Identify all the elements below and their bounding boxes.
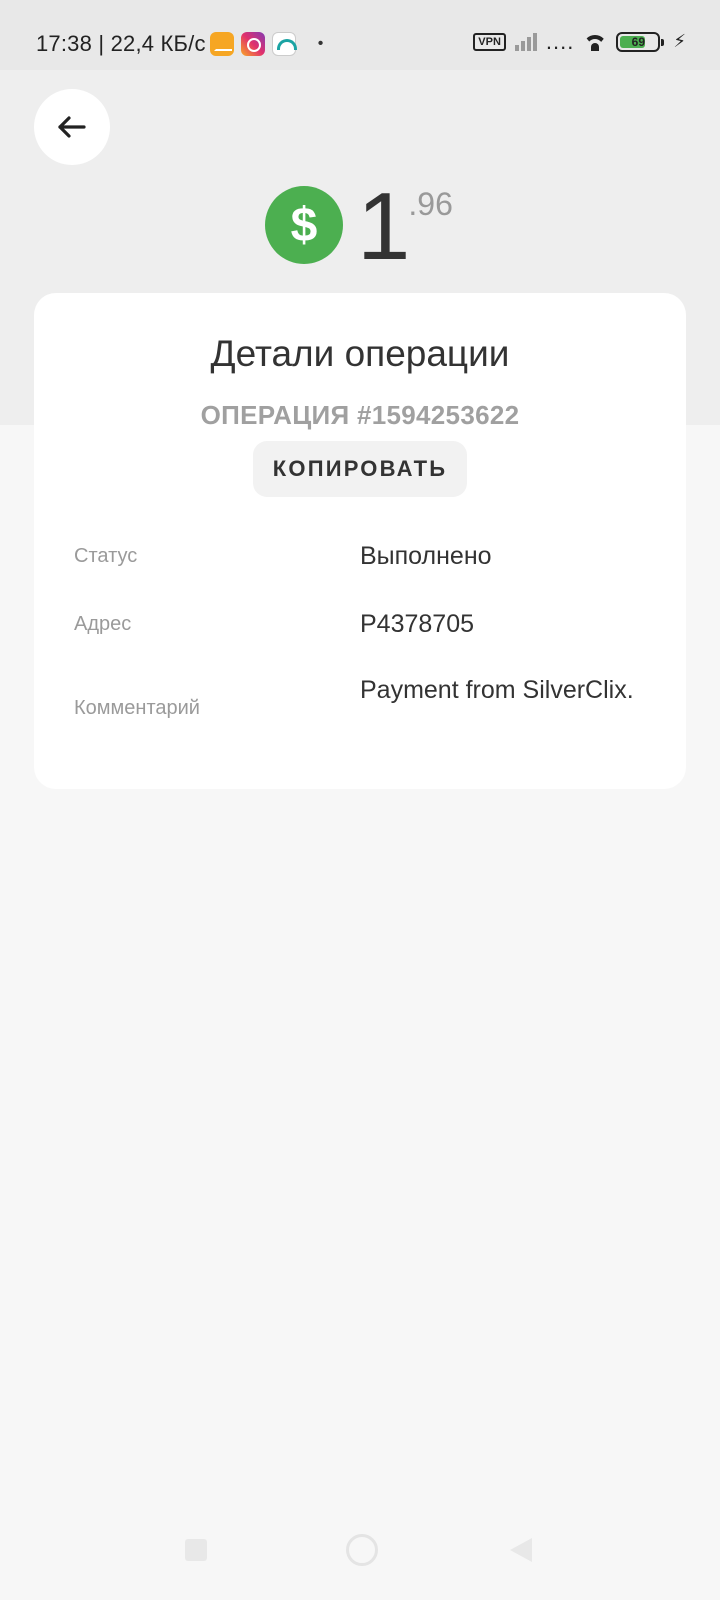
amount-fraction: .96	[408, 186, 453, 222]
charging-icon: ⚡	[673, 31, 686, 51]
status-time-speed: 17:38 | 22,4 КБ/с	[36, 31, 206, 56]
arrow-left-icon	[58, 116, 86, 138]
detail-value: Выполнено	[360, 542, 492, 570]
detail-value: Payment from SilverClix.	[360, 676, 634, 704]
detail-label: Адрес	[74, 613, 132, 635]
mail-icon	[209, 32, 234, 56]
back-button[interactable]	[34, 89, 110, 165]
operation-id: ОПЕРАЦИЯ #1594253622	[200, 400, 520, 430]
detail-value: P4378705	[360, 610, 475, 638]
status-left: 17:38 | 22,4 КБ/с •	[36, 31, 324, 57]
operation-details-card: Детали операции ОПЕРАЦИЯ #1594253622 КОП…	[34, 293, 686, 789]
square-icon[interactable]	[185, 1539, 207, 1561]
speedometer-icon	[271, 32, 297, 56]
wifi-icon	[583, 33, 607, 51]
instagram-icon	[240, 32, 265, 56]
card-title: Детали операции	[210, 333, 510, 374]
dollar-icon: $	[265, 186, 343, 264]
operation-amount: $ 1 .96	[265, 173, 453, 280]
circle-icon[interactable]	[346, 1534, 378, 1566]
signal-icon	[514, 32, 537, 51]
status-bar: 17:38 | 22,4 КБ/с • VPN .... 69 ⚡	[0, 0, 720, 70]
detail-label: Комментарий	[74, 697, 200, 719]
more-signal-icon: ....	[545, 28, 575, 54]
battery-percent: 69	[631, 34, 646, 49]
detail-label: Статус	[74, 545, 138, 567]
battery-tip	[661, 38, 665, 46]
status-right: VPN .... 69 ⚡	[473, 28, 686, 54]
battery-icon: 69	[616, 31, 665, 52]
system-nav-bar	[0, 1520, 720, 1600]
triangle-back-icon[interactable]	[510, 1538, 532, 1562]
notification-dot: •	[317, 35, 324, 52]
amount-integer: 1	[357, 173, 410, 280]
copy-button[interactable]: КОПИРОВАТЬ	[253, 441, 467, 497]
vpn-icon: VPN	[473, 32, 506, 51]
